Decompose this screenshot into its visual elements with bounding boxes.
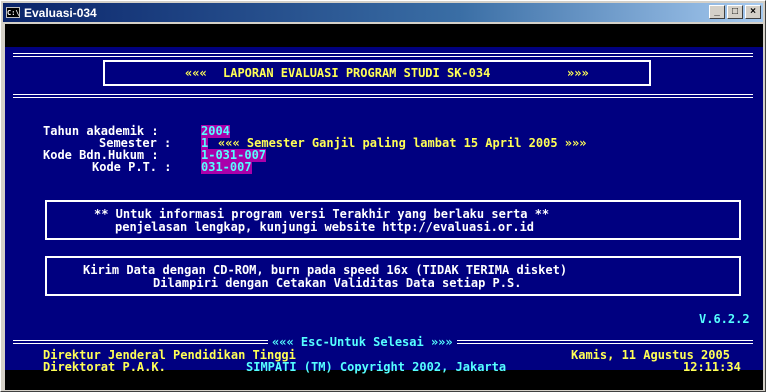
title-bar[interactable]: C:\ Evaluasi-034 _ □ × xyxy=(3,3,763,22)
mid-divider xyxy=(13,94,753,95)
footer-time: 12:11:34 xyxy=(683,360,741,374)
footer-copyright: SIMPATI (TM) Copyright 2002, Jakarta xyxy=(246,360,507,374)
semester-note: ««« Semester Ganjil paling lambat 15 Apr… xyxy=(218,136,587,150)
window-title: Evaluasi-034 xyxy=(24,5,97,20)
top-divider xyxy=(13,53,753,54)
maximize-button[interactable]: □ xyxy=(727,5,743,19)
kode-pt-input[interactable]: 031-007 xyxy=(201,161,252,174)
kode-pt-label: Kode P.T. : xyxy=(92,160,172,174)
minimize-button[interactable]: _ xyxy=(709,5,725,19)
console-window: C:\ Evaluasi-034 _ □ × ««« LAPORAN EVALU… xyxy=(0,0,766,392)
report-title: LAPORAN EVALUASI PROGRAM STUDI SK-034 xyxy=(223,66,491,80)
window-controls: _ □ × xyxy=(709,5,761,19)
close-button[interactable]: × xyxy=(745,5,761,19)
console-icon[interactable]: C:\ xyxy=(6,7,20,18)
notice-line-2: penjelasan lengkap, kunjungi website htt… xyxy=(115,220,535,234)
footer-direktorat: Direktorat P.A.K. xyxy=(43,360,166,374)
header-left-arrows: ««« xyxy=(185,66,207,80)
exit-hint: ««« Esc-Untuk Selesai »»» xyxy=(268,336,457,349)
header-right-arrows: »»» xyxy=(567,66,589,80)
top-divider-2 xyxy=(13,56,753,57)
version-label: V.6.2.2 xyxy=(699,312,750,326)
dos-screen: ««« LAPORAN EVALUASI PROGRAM STUDI SK-03… xyxy=(5,47,763,374)
console-area[interactable]: ««« LAPORAN EVALUASI PROGRAM STUDI SK-03… xyxy=(5,24,763,390)
instruction-line-2: Dilampiri dengan Cetakan Validitas Data … xyxy=(153,276,522,290)
mid-divider-2 xyxy=(13,97,753,98)
